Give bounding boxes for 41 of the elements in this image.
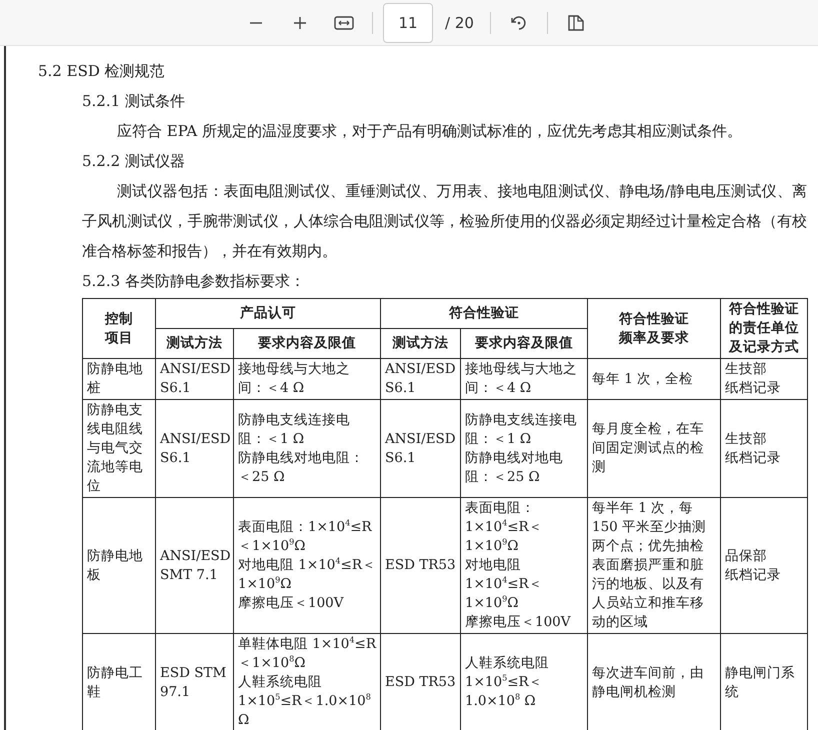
header-cell: 测试方法 xyxy=(380,328,460,358)
table-cell: 每年 1 次，全检 xyxy=(588,358,720,400)
cell-text: 生技部 xyxy=(725,360,768,379)
subsection-heading: 5.2.2 测试仪器 xyxy=(81,151,186,172)
page-number-field[interactable]: 11 xyxy=(383,2,434,42)
header-cell: 要求内容及限值 xyxy=(234,328,380,358)
cell-text: 纸档记录 xyxy=(725,566,782,584)
header-cell: 符合性验证频率及要求 xyxy=(588,298,720,358)
header-cell: 符合性验证的责任单位及记录方式 xyxy=(720,298,808,358)
table-cell: ANSI/ESD S6.1 xyxy=(380,358,460,400)
table-cell: 防静电地桩 xyxy=(82,358,156,400)
table-cell: ESD TR53 xyxy=(380,498,460,634)
page-total: / 20 xyxy=(445,14,474,32)
cell-text: 纸档记录 xyxy=(725,379,782,398)
table-cell: 防静电工鞋 xyxy=(82,634,156,730)
table-cell: 防静电地板 xyxy=(82,498,156,634)
table-cell: 每半年 1 次，每 150 平米至少抽测两个点；优先抽检表面磨损严重和脏污的地板、以及有人员站立和推车移动的区域 xyxy=(588,498,720,634)
subsection-heading: 5.2.3 各类防静电参数指标要求： xyxy=(81,271,306,292)
table-cell: 防静电支线连接电阻：＜1 Ω 防静电线对地电阻：＜25 Ω xyxy=(234,400,380,498)
table-cell: 每月度全检，在车间固定测试点的检测 xyxy=(588,400,720,498)
cell-text: 纸档记录 xyxy=(725,448,782,468)
header-cell: 控制项目 xyxy=(82,298,156,358)
table-cell: ANSI/ESD S6.1 xyxy=(380,400,460,498)
table-cell: ANSI/ESD S6.1 xyxy=(156,400,234,498)
table-cell: 表面电阻：1×10$^{4}$≤R＜1×10$^{9}$Ω 对地电阻 1×10$^{4}$≤R＜1×10$^{9}$Ω 摩擦电压＜100V xyxy=(234,498,380,634)
header-cell: 符合性验证 xyxy=(380,298,588,328)
cell-text: 生技部 xyxy=(725,430,768,448)
paragraph: 测试仪器包括：表面电阻测试仪、重锤测试仪、万用表、接地电阻测试仪、静电场/静电电压测试仪、离子风机测试仪，手腕带测试仪，人体综合电阻测试仪等，检验所使用的仪器必须定期经过计量检定合格（有校准合格标签和报告），并在有效期内。 xyxy=(81,181,807,262)
header-cell: 产品认可 xyxy=(156,298,380,328)
table-cell: ANSI/ESD SMT 7.1 xyxy=(156,498,234,634)
table-cell: 防静电支线连接电阻：＜1 Ω 防静电线对地电阻：＜25 Ω xyxy=(460,400,588,498)
table-cell: ANSI/ESD S6.1 xyxy=(156,358,234,400)
header-cell: 测试方法 xyxy=(156,328,234,358)
table-cell: 防静电支线电阻线与电气交流地等电位 xyxy=(82,400,156,498)
table-cell: 表面电阻：1×10$^{4}$≤R＜1×10$^{9}$Ω 对地电阻 1×10$^{4}$≤R＜1×10$^{9}$Ω 摩擦电压＜100V xyxy=(460,498,588,634)
cell-text: 品保部 xyxy=(725,546,768,566)
paragraph: 应符合 EPA 所规定的温湿度要求，对于产品有明确测试标准的，应优先考虑其相应测试条件。 xyxy=(116,121,744,142)
subsection-heading: 5.2.1 测试条件 xyxy=(81,91,186,112)
table-cell: 接地母线与大地之间：＜4 Ω xyxy=(460,358,588,400)
section-heading: 5.2 ESD 检测规范 xyxy=(38,61,166,82)
table-cell: 接地母线与大地之间：＜4 Ω xyxy=(234,358,380,400)
